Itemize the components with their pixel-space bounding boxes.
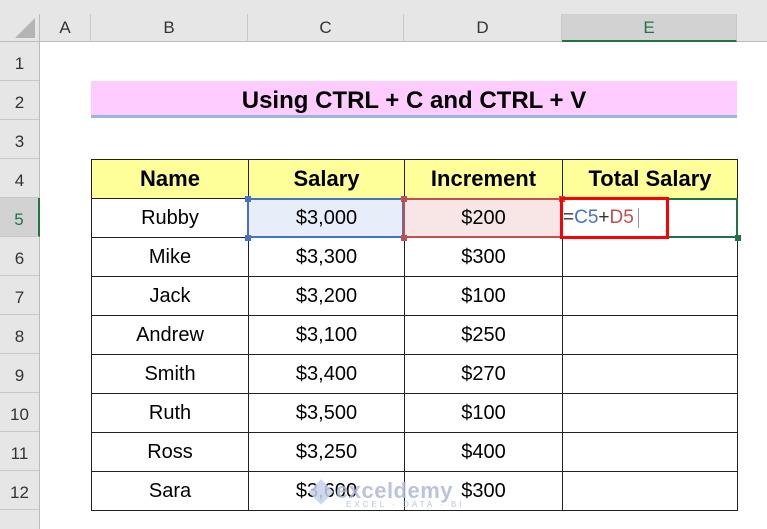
header-total-salary[interactable]: Total Salary <box>562 159 738 199</box>
cell-total[interactable] <box>562 315 738 355</box>
row-header-8[interactable]: 8 <box>0 315 39 354</box>
cell-increment[interactable]: $400 <box>404 432 563 472</box>
text-cursor <box>637 207 639 228</box>
cell-salary[interactable]: $3,250 <box>248 432 405 472</box>
cell-name[interactable]: Smith <box>91 354 249 394</box>
cell-name[interactable]: Sara <box>91 471 249 511</box>
formula-equals: = <box>563 207 575 228</box>
column-header-a[interactable]: A <box>40 14 91 42</box>
cell-salary[interactable]: $3,200 <box>248 276 405 316</box>
cell-total[interactable] <box>562 432 738 472</box>
formula-ref-c5: C5 <box>574 207 599 228</box>
cell-name[interactable]: Jack <box>91 276 249 316</box>
cell-increment[interactable]: $100 <box>404 276 563 316</box>
select-all-button[interactable] <box>0 14 40 42</box>
row-header-7[interactable]: 7 <box>0 276 39 315</box>
cell-salary[interactable]: $3,500 <box>248 393 405 433</box>
cell-total[interactable] <box>562 276 738 316</box>
row-header-5[interactable]: 5 <box>0 198 40 237</box>
reference-d5-handle[interactable] <box>401 235 407 241</box>
row-header-6[interactable]: 6 <box>0 237 39 276</box>
fill-handle[interactable] <box>735 235 741 241</box>
table-row: Rubby $3,000 $200 =C5+D5 <box>91 198 738 238</box>
row-header-bar: 1 2 3 4 5 6 7 8 9 10 11 12 <box>0 42 40 529</box>
row-header-1[interactable]: 1 <box>0 42 39 81</box>
row-header-3[interactable]: 3 <box>0 120 39 159</box>
row-header-4[interactable]: 4 <box>0 159 39 198</box>
formula-ref-d5: D5 <box>609 207 634 228</box>
cell-increment[interactable]: $300 <box>404 237 563 277</box>
cell-increment[interactable]: $200 <box>404 198 563 238</box>
column-header-c[interactable]: C <box>248 14 404 42</box>
cell-total[interactable] <box>562 354 738 394</box>
cell-increment[interactable]: $100 <box>404 393 563 433</box>
cell-salary[interactable]: $3,000 <box>248 198 405 238</box>
row-header-2[interactable]: 2 <box>0 81 39 120</box>
cell-salary[interactable]: $3,300 <box>248 237 405 277</box>
table-row: Jack $3,200 $100 <box>91 276 738 316</box>
cell-increment[interactable]: $270 <box>404 354 563 394</box>
table-row: Ruth $3,500 $100 <box>91 393 738 433</box>
row-header-10[interactable]: 10 <box>0 393 39 432</box>
watermark: exceldemy EXCEL · DATA · BI <box>308 478 465 509</box>
watermark-tagline: EXCEL · DATA · BI <box>346 500 465 509</box>
reference-d5-handle[interactable] <box>401 196 407 202</box>
cell-name[interactable]: Rubby <box>91 198 249 238</box>
table-row: Smith $3,400 $270 <box>91 354 738 394</box>
exceldemy-logo-icon <box>308 479 334 505</box>
row-header-11[interactable]: 11 <box>0 432 39 471</box>
column-header-d[interactable]: D <box>404 14 562 42</box>
sheet-title-cell[interactable]: Using CTRL + C and CTRL + V <box>91 81 737 118</box>
reference-c5-handle[interactable] <box>245 196 251 202</box>
select-all-triangle-icon <box>15 18 35 38</box>
table-row: Andrew $3,100 $250 <box>91 315 738 355</box>
reference-c5-handle[interactable] <box>245 235 251 241</box>
table-row: Ross $3,250 $400 <box>91 432 738 472</box>
cell-total[interactable] <box>562 393 738 433</box>
row-header-12[interactable]: 12 <box>0 471 39 510</box>
column-header-e[interactable]: E <box>562 14 737 42</box>
table-header-row: Name Salary Increment Total Salary <box>91 159 738 199</box>
cell-name[interactable]: Andrew <box>91 315 249 355</box>
cell-name[interactable]: Ruth <box>91 393 249 433</box>
cell-total-editing[interactable]: =C5+D5 <box>562 198 738 238</box>
cell-salary[interactable]: $3,100 <box>248 315 405 355</box>
header-salary[interactable]: Salary <box>248 159 405 199</box>
column-header-b[interactable]: B <box>91 14 248 42</box>
cell-total[interactable] <box>562 237 738 277</box>
header-name[interactable]: Name <box>91 159 249 199</box>
header-increment[interactable]: Increment <box>404 159 563 199</box>
cell-name[interactable]: Mike <box>91 237 249 277</box>
cell-total[interactable] <box>562 471 738 511</box>
cell-salary[interactable]: $3,400 <box>248 354 405 394</box>
formula-plus: + <box>598 207 610 228</box>
row-header-9[interactable]: 9 <box>0 354 39 393</box>
reference-d5-handle[interactable] <box>559 196 565 202</box>
cell-name[interactable]: Ross <box>91 432 249 472</box>
salary-table: Name Salary Increment Total Salary Rubby… <box>91 159 738 511</box>
cell-increment[interactable]: $250 <box>404 315 563 355</box>
column-header-bar: A B C D E <box>0 0 767 42</box>
table-row: Mike $3,300 $300 <box>91 237 738 277</box>
